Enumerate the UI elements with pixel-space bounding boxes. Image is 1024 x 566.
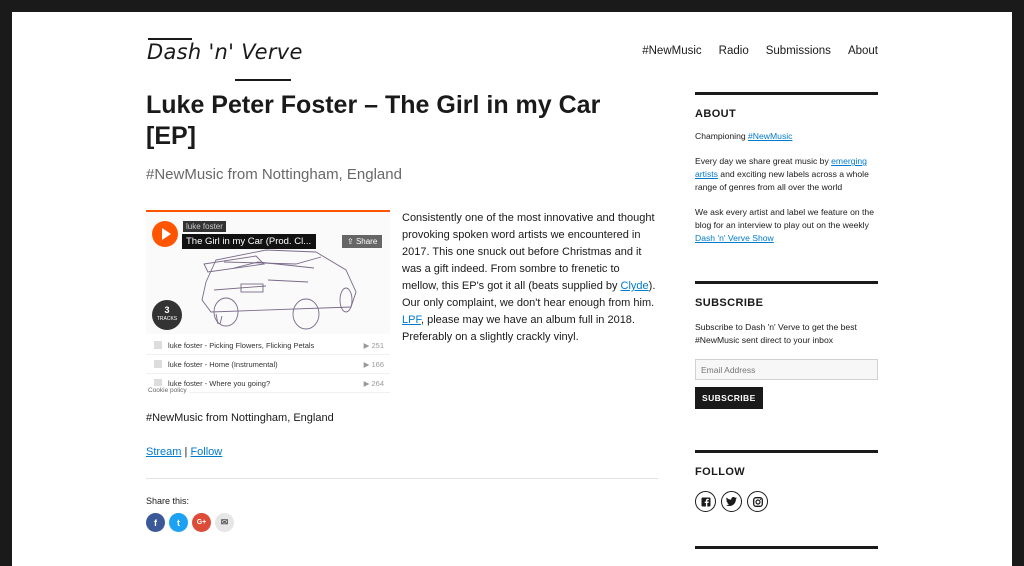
show-link[interactable]: Dash 'n' Verve Show — [695, 233, 774, 243]
post-subtitle: #NewMusic from Nottingham, England — [146, 166, 402, 183]
track-name: luke foster - Home (Instrumental) — [168, 359, 278, 369]
play-button[interactable] — [152, 221, 178, 247]
social-icons — [695, 491, 878, 512]
track-row[interactable]: luke foster - Picking Flowers, Flicking … — [146, 336, 390, 355]
newmusic-link[interactable]: #NewMusic — [748, 131, 792, 141]
email-share-icon[interactable]: ✉ — [215, 513, 234, 532]
track-name: luke foster - Where you going? — [168, 378, 271, 388]
soundcloud-player[interactable]: luke foster The Girl in my Car (Prod. Cl… — [146, 210, 390, 395]
subscribe-heading: SUBSCRIBE — [695, 297, 764, 309]
track-thumb — [154, 341, 162, 349]
sidebar-about: ABOUT Championing #NewMusic Every day we… — [695, 92, 878, 245]
about-p2: Every day we share great music by emergi… — [695, 155, 878, 194]
play-count-value: 251 — [371, 340, 384, 350]
post-title: Luke Peter Foster – The Girl in my Car [… — [146, 91, 601, 150]
share-label: Share — [355, 237, 378, 246]
track-count-badge: 3 TRACKS — [152, 300, 182, 330]
about-p1: Championing #NewMusic — [695, 130, 878, 143]
nav-about[interactable]: About — [848, 45, 878, 57]
facebook-share-icon[interactable]: f — [146, 513, 165, 532]
stream-link[interactable]: Stream — [146, 446, 181, 458]
main-nav: #NewMusic Radio Submissions About — [642, 45, 878, 57]
facebook-icon[interactable] — [695, 491, 716, 512]
clyde-link[interactable]: Clyde — [621, 280, 649, 292]
play-count: ▶ 166 — [363, 359, 384, 369]
track-row[interactable]: luke foster - Home (Instrumental) ▶ 166 — [146, 355, 390, 374]
sidebar-subscribe: SUBSCRIBE Subscribe to Dash 'n' Verve to… — [695, 281, 878, 409]
body-text-3: , please may we have an album full in 20… — [402, 314, 635, 343]
player-track-title[interactable]: The Girl in my Car (Prod. Cl... — [182, 234, 316, 249]
subscribe-text: Subscribe to Dash 'n' Verve to get the b… — [695, 322, 857, 345]
play-count-value: 166 — [371, 359, 384, 369]
share-buttons: f t G+ ✉ — [146, 513, 234, 532]
about-p3: We ask every artist and label we feature… — [695, 206, 878, 245]
twitter-share-icon[interactable]: t — [169, 513, 188, 532]
play-count: ▶ 251 — [363, 340, 384, 350]
about-p1-text: Championing — [695, 131, 749, 141]
post-caption: #NewMusic from Nottingham, England — [146, 412, 334, 424]
logo-bar — [235, 79, 291, 81]
instagram-icon[interactable] — [747, 491, 768, 512]
nav-newmusic[interactable]: #NewMusic — [642, 45, 701, 57]
sidebar-follow: FOLLOW — [695, 450, 878, 512]
player-share-button[interactable]: ⇪ Share — [342, 235, 383, 248]
google-plus-share-icon[interactable]: G+ — [192, 513, 211, 532]
track-name: luke foster - Picking Flowers, Flicking … — [168, 340, 315, 350]
follow-heading: FOLLOW — [695, 466, 746, 478]
sidebar-divider — [695, 546, 878, 549]
nav-radio[interactable]: Radio — [719, 45, 749, 57]
count-value: 3 — [164, 305, 170, 315]
player-artist[interactable]: luke foster — [183, 221, 226, 232]
about-heading: ABOUT — [695, 108, 737, 120]
twitter-icon[interactable] — [721, 491, 742, 512]
logo-text: Dash 'n' Verve — [147, 40, 303, 64]
email-field[interactable] — [695, 359, 878, 380]
body-text-1: Consistently one of the most innovative … — [402, 212, 655, 292]
about-p3-text: We ask every artist and label we feature… — [695, 207, 874, 230]
about-p2-rest: and exciting new labels across a whole r… — [695, 169, 869, 192]
cookie-policy-link[interactable]: Cookie policy — [146, 386, 189, 395]
count-label: TRACKS — [156, 316, 178, 322]
about-p2-text: Every day we share great music by — [695, 156, 832, 166]
page: Dash 'n' Verve #NewMusic Radio Submissio… — [12, 12, 1012, 566]
follow-link[interactable]: Follow — [190, 446, 222, 458]
subscribe-button[interactable]: SUBSCRIBE — [695, 387, 763, 409]
play-count-value: 264 — [371, 378, 384, 388]
track-thumb — [154, 360, 162, 368]
link-separator: | — [184, 446, 188, 458]
post-body: Consistently one of the most innovative … — [402, 210, 657, 346]
track-list: luke foster - Picking Flowers, Flicking … — [146, 336, 390, 393]
nav-submissions[interactable]: Submissions — [766, 45, 831, 57]
post-links: Stream | Follow — [146, 446, 222, 458]
share-icon: ⇪ — [347, 237, 356, 246]
divider — [146, 478, 658, 479]
play-count: ▶ 264 — [363, 378, 384, 388]
share-label: Share this: — [146, 496, 190, 506]
lpf-link[interactable]: LPF — [402, 314, 421, 326]
